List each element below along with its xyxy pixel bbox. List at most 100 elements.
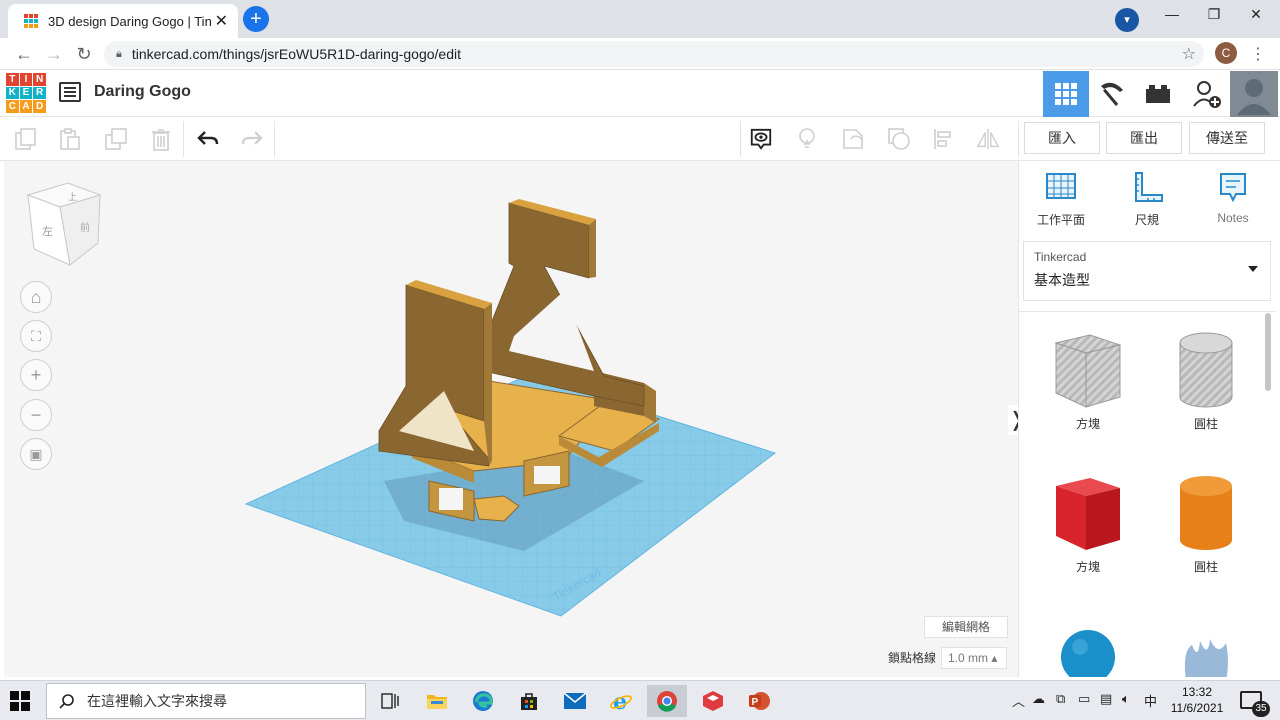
- grid-view-icon: [1055, 83, 1077, 105]
- tray-capture-icon[interactable]: ⧉: [1056, 691, 1065, 707]
- windows-start-icon[interactable]: [10, 691, 30, 711]
- import-button[interactable]: 匯入: [1024, 122, 1100, 154]
- microsoft-store-icon[interactable]: [509, 685, 549, 717]
- minimize-button[interactable]: —: [1150, 2, 1194, 26]
- add-user-icon: [1193, 81, 1221, 108]
- bookmark-star-icon[interactable]: ☆: [1182, 44, 1196, 64]
- user-avatar[interactable]: [1230, 71, 1278, 117]
- battery-icon[interactable]: ▭: [1078, 691, 1090, 707]
- profile-avatar[interactable]: C: [1215, 42, 1237, 64]
- pickaxe-icon: [1101, 82, 1123, 106]
- close-window-button[interactable]: ✕: [1234, 2, 1278, 26]
- tinkercad-header: T I N K E R C A D Daring Gogo: [0, 71, 1280, 117]
- tray-app-icon[interactable]: ☁: [1032, 691, 1045, 707]
- mirror-icon[interactable]: [976, 127, 1000, 151]
- invite-user-button[interactable]: [1184, 71, 1230, 117]
- cylinder-hole-icon: [1179, 332, 1233, 408]
- shape-library-select[interactable]: Tinkercad 基本造型: [1023, 241, 1271, 301]
- ime-indicator[interactable]: 中: [1144, 691, 1157, 710]
- url-field[interactable]: 🔒︎ tinkercad.com/things/jsrEoWU5R1D-dari…: [104, 41, 1204, 67]
- shapes-panel: 工作平面 尺規 Notes Tinkercad 基本造型 方塊 圓柱 方塊 圓柱: [1018, 161, 1276, 677]
- ungroup-shapes-icon[interactable]: [887, 127, 911, 151]
- avatar-silhouette-icon: [1237, 79, 1271, 115]
- edge-browser-icon[interactable]: [463, 685, 503, 717]
- shape-cylinder-hole[interactable]: 圓柱: [1151, 331, 1261, 451]
- windows-taskbar: 在這裡輸入文字來搜尋 e P ︿ ☁ ⧉ ▭ ▤ 🔈︎ 中 13:32 11/6…: [0, 680, 1280, 720]
- volume-icon[interactable]: 🔈︎: [1122, 691, 1130, 707]
- tab-title: 3D design Daring Gogo | Tinkercad: [48, 13, 211, 29]
- paste-icon[interactable]: [58, 127, 82, 151]
- edit-toolbar: 匯入 匯出 傳送至: [0, 117, 1280, 161]
- network-icon[interactable]: ▤: [1100, 691, 1112, 707]
- forward-arrow-icon[interactable]: →: [42, 42, 66, 66]
- tab-search-icon[interactable]: ▾: [1115, 8, 1139, 32]
- collapse-panel-chevron-icon[interactable]: ❭: [1008, 405, 1018, 435]
- ruler-tool[interactable]: 尺規: [1107, 171, 1187, 231]
- brick-icon: [1146, 85, 1170, 103]
- duplicate-icon[interactable]: [104, 127, 128, 151]
- tab-close-icon[interactable]: ✕: [215, 11, 228, 31]
- workplane-tool[interactable]: 工作平面: [1021, 171, 1101, 231]
- align-icon[interactable]: [932, 127, 956, 151]
- sketchup-icon[interactable]: [693, 685, 733, 717]
- reload-icon[interactable]: ↻: [72, 42, 96, 66]
- clock-time: 13:32: [1181, 685, 1213, 699]
- panel-scrollbar[interactable]: [1265, 313, 1271, 391]
- taskbar-search-input[interactable]: 在這裡輸入文字來搜尋: [46, 683, 366, 719]
- design-title[interactable]: Daring Gogo: [94, 83, 191, 101]
- powerpoint-icon[interactable]: P: [739, 685, 779, 717]
- shape-scribble[interactable]: [1151, 631, 1261, 677]
- show-all-eye-icon[interactable]: [749, 127, 773, 151]
- undo-arrow-icon[interactable]: [196, 127, 220, 151]
- toolbar-separator: [274, 121, 275, 157]
- chrome-menu-icon[interactable]: ⋮: [1250, 44, 1266, 64]
- search-icon: [59, 694, 74, 709]
- system-clock[interactable]: 13:32 11/6/2021: [1164, 684, 1230, 716]
- library-source-label: Tinkercad: [1034, 250, 1087, 264]
- 3d-design-view-button[interactable]: [1043, 71, 1089, 117]
- redo-arrow-icon[interactable]: [240, 127, 264, 151]
- clock-date: 11/6/2021: [1170, 701, 1224, 715]
- shape-box-hole[interactable]: 方塊: [1033, 331, 1143, 451]
- mail-icon[interactable]: [555, 685, 595, 717]
- lightbulb-icon[interactable]: [795, 127, 819, 151]
- bricks-view-button[interactable]: [1135, 71, 1181, 117]
- file-explorer-icon[interactable]: [417, 685, 457, 717]
- tray-expand-chevron-icon[interactable]: ︿: [1012, 691, 1025, 710]
- dropdown-caret-icon: [1248, 266, 1258, 272]
- chrome-taskbar-icon[interactable]: [647, 685, 687, 717]
- scribble-shape-icon: [1184, 639, 1228, 677]
- notes-tool[interactable]: Notes: [1193, 171, 1273, 231]
- task-view-icon[interactable]: [370, 685, 410, 717]
- lock-icon: 🔒︎: [116, 47, 122, 60]
- browser-tab-strip: 3D design Daring Gogo | Tinkercad ✕ + ▾ …: [0, 0, 1280, 38]
- tinkercad-logo[interactable]: T I N K E R C A D: [6, 73, 46, 113]
- minecraft-pickaxe-button[interactable]: [1089, 71, 1135, 117]
- toolbar-separator: [1018, 121, 1019, 157]
- browser-tab[interactable]: 3D design Daring Gogo | Tinkercad ✕: [8, 4, 238, 38]
- export-button[interactable]: 匯出: [1106, 122, 1182, 154]
- shape-sphere[interactable]: [1033, 627, 1143, 677]
- new-tab-button[interactable]: +: [243, 6, 269, 32]
- shape-cylinder[interactable]: 圓柱: [1151, 474, 1261, 594]
- workplane-grid-icon: [1046, 173, 1076, 199]
- snap-grid-label: 鎖點格線: [888, 651, 937, 665]
- send-to-button[interactable]: 傳送至: [1189, 122, 1265, 154]
- 3d-workplane-viewport[interactable]: 上 左 前 ⌂ ⛶ + − ▣ Tinkercad 編輯網格 鎖點格線 1.0 …: [4, 161, 1018, 677]
- design-list-icon[interactable]: [59, 82, 81, 102]
- edit-grid-button[interactable]: 編輯網格: [924, 616, 1008, 638]
- internet-explorer-icon[interactable]: e: [601, 685, 641, 717]
- delete-trash-icon[interactable]: [149, 127, 173, 151]
- toolbar-separator: [740, 121, 741, 157]
- tinkercad-favicon-icon: [24, 14, 38, 28]
- snap-grid-select[interactable]: 1.0 mm ▴: [941, 647, 1007, 669]
- copy-icon[interactable]: [14, 127, 38, 151]
- maximize-button[interactable]: ❐: [1192, 2, 1236, 26]
- group-shapes-icon[interactable]: [841, 127, 865, 151]
- box-hole-icon: [1054, 334, 1122, 408]
- shape-box[interactable]: 方塊: [1033, 474, 1143, 594]
- workplane-scene: Tinkercad: [244, 199, 777, 617]
- library-category-label: 基本造型: [1034, 272, 1090, 288]
- url-text: tinkercad.com/things/jsrEoWU5R1D-daring-…: [131, 46, 462, 62]
- back-arrow-icon[interactable]: ←: [12, 42, 36, 66]
